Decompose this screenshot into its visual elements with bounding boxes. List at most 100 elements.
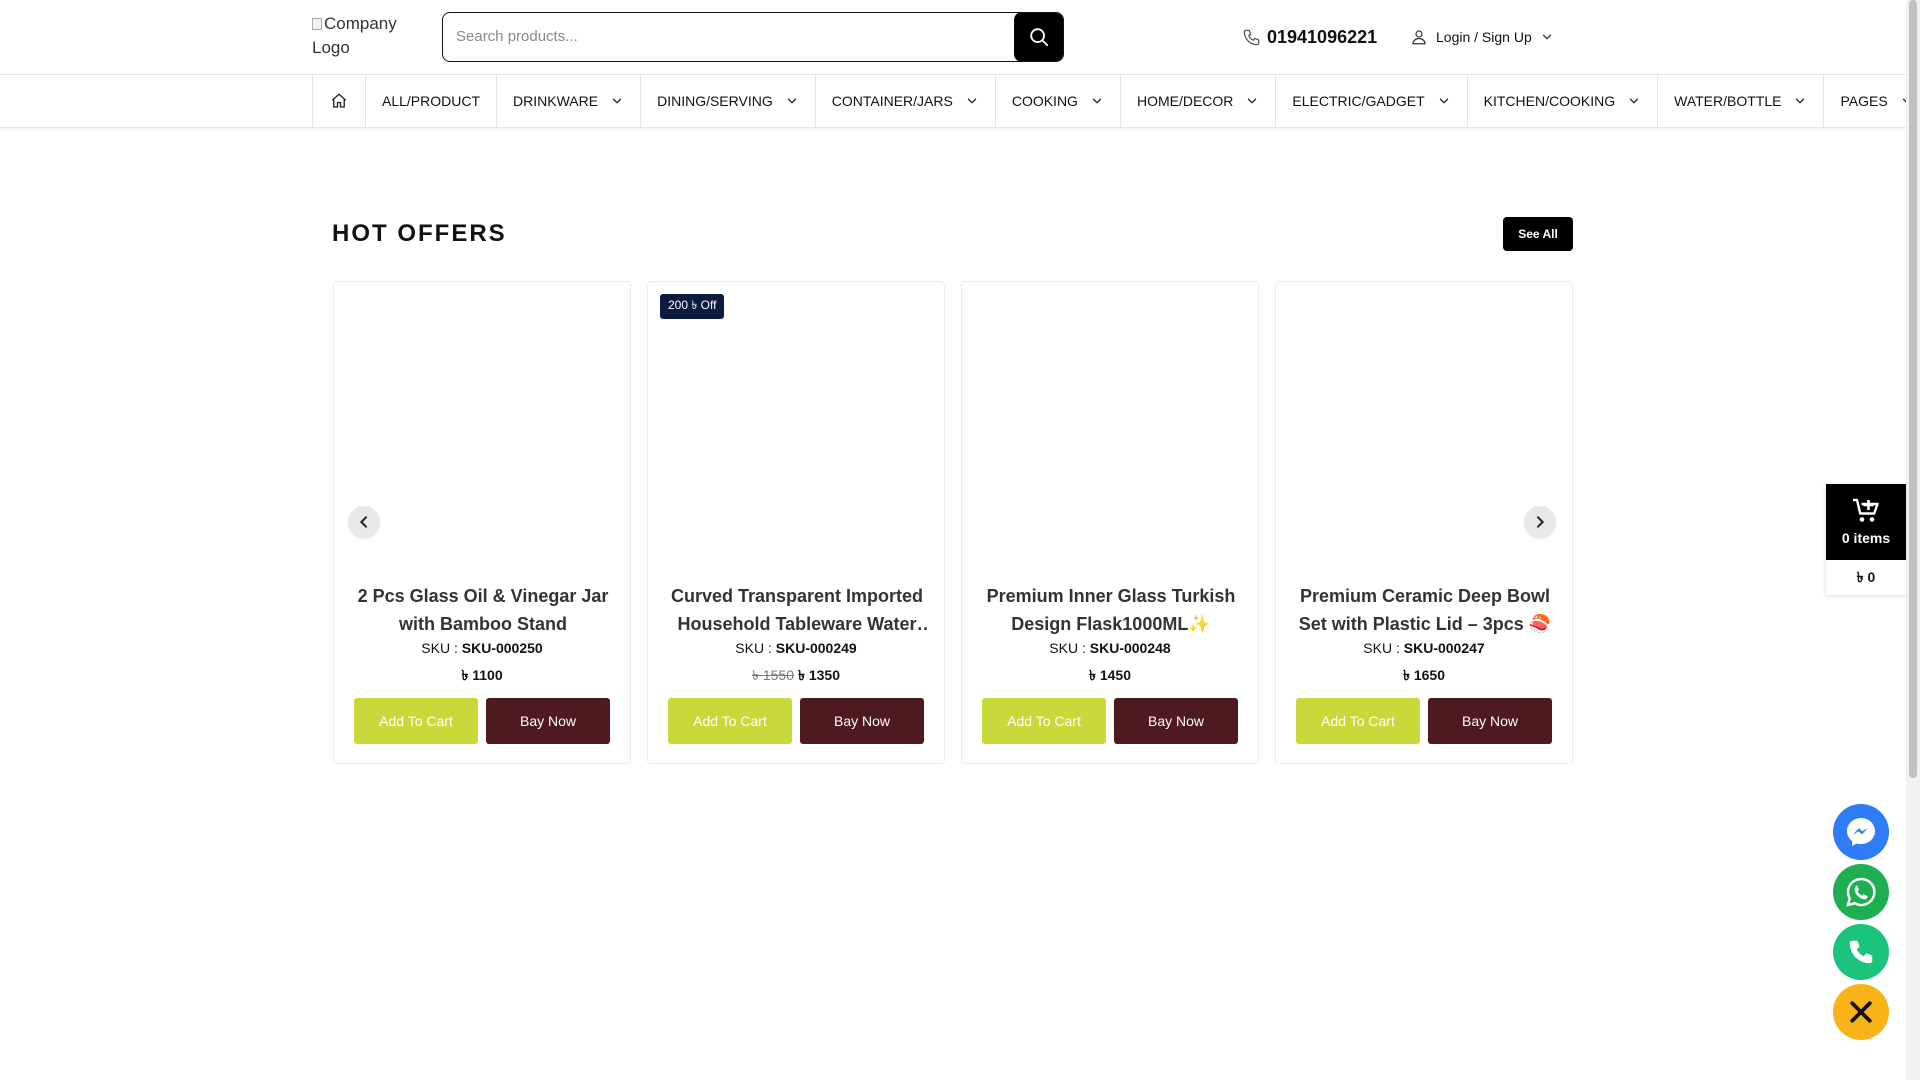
floating-cart-items: 0 items bbox=[1841, 530, 1891, 546]
product-title[interactable]: Premium Inner Glass Turkish Design Flask… bbox=[980, 582, 1242, 638]
chevron-down-icon bbox=[1439, 98, 1448, 104]
product-title[interactable]: 2 Pcs Glass Oil & Vinegar Jar with Bambo… bbox=[352, 582, 614, 638]
chevron-down-icon bbox=[1248, 98, 1257, 104]
chevron-down-icon bbox=[1629, 98, 1639, 104]
section-title-hot-offers: HOT OFFERS bbox=[332, 220, 507, 247]
nav-item-water-bottle[interactable]: WATER/BOTTLE bbox=[1658, 75, 1825, 127]
cart-icon bbox=[1853, 498, 1879, 522]
whatsapp-icon bbox=[1846, 877, 1876, 907]
search-bar bbox=[442, 12, 1064, 62]
product-price: ৳ 1650 bbox=[1276, 664, 1572, 688]
product-card[interactable]: 200 ৳ Off Curved Transparent Imported Hou… bbox=[647, 281, 945, 764]
call-icon bbox=[1849, 940, 1873, 964]
nav-home-link[interactable] bbox=[312, 75, 366, 127]
phone-number: 01941096221 bbox=[1267, 26, 1378, 47]
chevron-down-icon bbox=[1796, 98, 1805, 104]
chevron-left-icon bbox=[359, 516, 367, 528]
buy-now-button[interactable]: Bay Now bbox=[486, 698, 610, 744]
add-to-cart-button[interactable]: Add To Cart bbox=[354, 698, 478, 744]
messenger-button[interactable] bbox=[1833, 804, 1889, 860]
buy-now-button[interactable]: Bay Now bbox=[1114, 698, 1238, 744]
nav-menu: ALL/PRODUCT DRINKWARE DINING/SERVING CONTAI… bbox=[312, 75, 1920, 127]
phone-icon bbox=[1243, 29, 1260, 45]
sku-label: SKU : bbox=[421, 640, 458, 656]
chevron-down-icon bbox=[1092, 98, 1102, 104]
nav-item-all-product[interactable]: ALL/PRODUCT bbox=[366, 75, 498, 127]
sku-value: SKU-000247 bbox=[1403, 640, 1485, 656]
whatsapp-button[interactable] bbox=[1833, 864, 1889, 920]
old-price: ৳ 1550 bbox=[751, 667, 794, 683]
floating-cart-total: ৳ 0 bbox=[1826, 560, 1906, 595]
nav-item-label: HOME/DECOR bbox=[1136, 93, 1234, 109]
login-signup-menu[interactable]: Login / Sign Up bbox=[1410, 24, 1554, 50]
add-to-cart-button[interactable]: Add To Cart bbox=[982, 698, 1106, 744]
carousel-prev-button[interactable] bbox=[348, 506, 380, 538]
add-to-cart-button[interactable]: Add To Cart bbox=[1296, 698, 1420, 744]
main-navigation: ALL/PRODUCT DRINKWARE DINING/SERVING CONTAI… bbox=[0, 74, 1911, 128]
login-label: Login / Sign Up bbox=[1436, 29, 1532, 45]
nav-item-electric-gadget[interactable]: ELECTRIC/GADGET bbox=[1276, 75, 1468, 127]
product-image[interactable] bbox=[962, 282, 1258, 562]
site-header: Company Logo 01941096221 Login / Sign Up bbox=[0, 0, 1906, 74]
nav-item-label: KITCHEN/COOKING bbox=[1483, 93, 1616, 109]
nav-item-kitchen-cooking[interactable]: KITCHEN/COOKING bbox=[1468, 75, 1659, 127]
sku-value: SKU-000250 bbox=[461, 640, 543, 656]
buy-now-button[interactable]: Bay Now bbox=[800, 698, 924, 744]
nav-item-home-decor[interactable]: HOME/DECOR bbox=[1121, 75, 1277, 127]
chevron-down-icon bbox=[787, 98, 796, 104]
current-price: ৳ 1100 bbox=[461, 667, 503, 683]
chevron-right-icon bbox=[1537, 516, 1545, 528]
nav-item-label: WATER/BOTTLE bbox=[1674, 93, 1782, 109]
nav-item-container-jars[interactable]: CONTAINER/JARS bbox=[816, 75, 996, 127]
header-phone[interactable]: 01941096221 bbox=[1242, 24, 1377, 50]
sku-value: SKU-000249 bbox=[775, 640, 857, 656]
product-sku: SKU : SKU-000250 bbox=[334, 640, 630, 656]
floating-cart[interactable]: 0 items ৳ 0 bbox=[1826, 484, 1906, 595]
call-button[interactable] bbox=[1833, 924, 1889, 980]
scrollbar-thumb[interactable] bbox=[1909, 0, 1917, 778]
page-scrollbar[interactable] bbox=[1906, 0, 1920, 1080]
nav-item-label: DRINKWARE bbox=[513, 93, 599, 109]
product-price: ৳ 1550 ৳ 1350 bbox=[648, 664, 944, 688]
product-image[interactable] bbox=[648, 282, 944, 562]
carousel-next-button[interactable] bbox=[1524, 506, 1556, 538]
product-title[interactable]: Curved Transparent Imported Household Ta… bbox=[666, 582, 928, 638]
product-sku: SKU : SKU-000247 bbox=[1276, 640, 1572, 656]
chevron-down-icon bbox=[967, 98, 976, 104]
search-icon bbox=[1030, 28, 1049, 47]
home-icon bbox=[331, 93, 347, 108]
sku-label: SKU : bbox=[1363, 640, 1400, 656]
nav-item-label: CONTAINER/JARS bbox=[831, 93, 953, 109]
nav-item-dining-serving[interactable]: DINING/SERVING bbox=[641, 75, 816, 127]
sku-label: SKU : bbox=[1049, 640, 1086, 656]
search-button[interactable] bbox=[1014, 13, 1063, 61]
messenger-icon bbox=[1847, 818, 1875, 846]
current-price: ৳ 1450 bbox=[1088, 667, 1131, 683]
logo-alt-text: Company Logo bbox=[312, 14, 397, 57]
buy-now-button[interactable]: Bay Now bbox=[1428, 698, 1552, 744]
current-price: ৳ 1350 bbox=[798, 667, 841, 683]
current-price: ৳ 1650 bbox=[1402, 667, 1445, 683]
add-to-cart-button[interactable]: Add To Cart bbox=[668, 698, 792, 744]
nav-item-label: DINING/SERVING bbox=[657, 93, 773, 109]
product-carousel: 2 Pcs Glass Oil & Vinegar Jar with Bambo… bbox=[333, 281, 1573, 764]
company-logo[interactable]: Company Logo bbox=[312, 12, 412, 60]
nav-item-label: COOKING bbox=[1011, 93, 1078, 109]
product-sku: SKU : SKU-000248 bbox=[962, 640, 1258, 656]
product-price: ৳ 1450 bbox=[962, 664, 1258, 688]
product-sku: SKU : SKU-000249 bbox=[648, 640, 944, 656]
product-title[interactable]: Premium Ceramic Deep Bowl Set with Plast… bbox=[1294, 582, 1556, 638]
sku-value: SKU-000248 bbox=[1089, 640, 1171, 656]
search-input[interactable] bbox=[443, 13, 1013, 60]
broken-image-icon bbox=[312, 18, 322, 30]
nav-item-label: ALL/PRODUCT bbox=[382, 93, 481, 109]
close-contact-button[interactable] bbox=[1833, 984, 1889, 1040]
user-icon bbox=[1412, 30, 1426, 45]
nav-item-drinkware[interactable]: DRINKWARE bbox=[497, 75, 642, 127]
discount-badge: 200 ৳ Off bbox=[660, 294, 725, 319]
close-icon bbox=[1850, 1001, 1872, 1023]
product-card[interactable]: Premium Inner Glass Turkish Design Flask… bbox=[961, 281, 1259, 764]
see-all-button[interactable]: See All bbox=[1503, 217, 1573, 251]
nav-item-cooking[interactable]: COOKING bbox=[996, 75, 1121, 127]
nav-item-label: PAGES bbox=[1840, 93, 1888, 109]
